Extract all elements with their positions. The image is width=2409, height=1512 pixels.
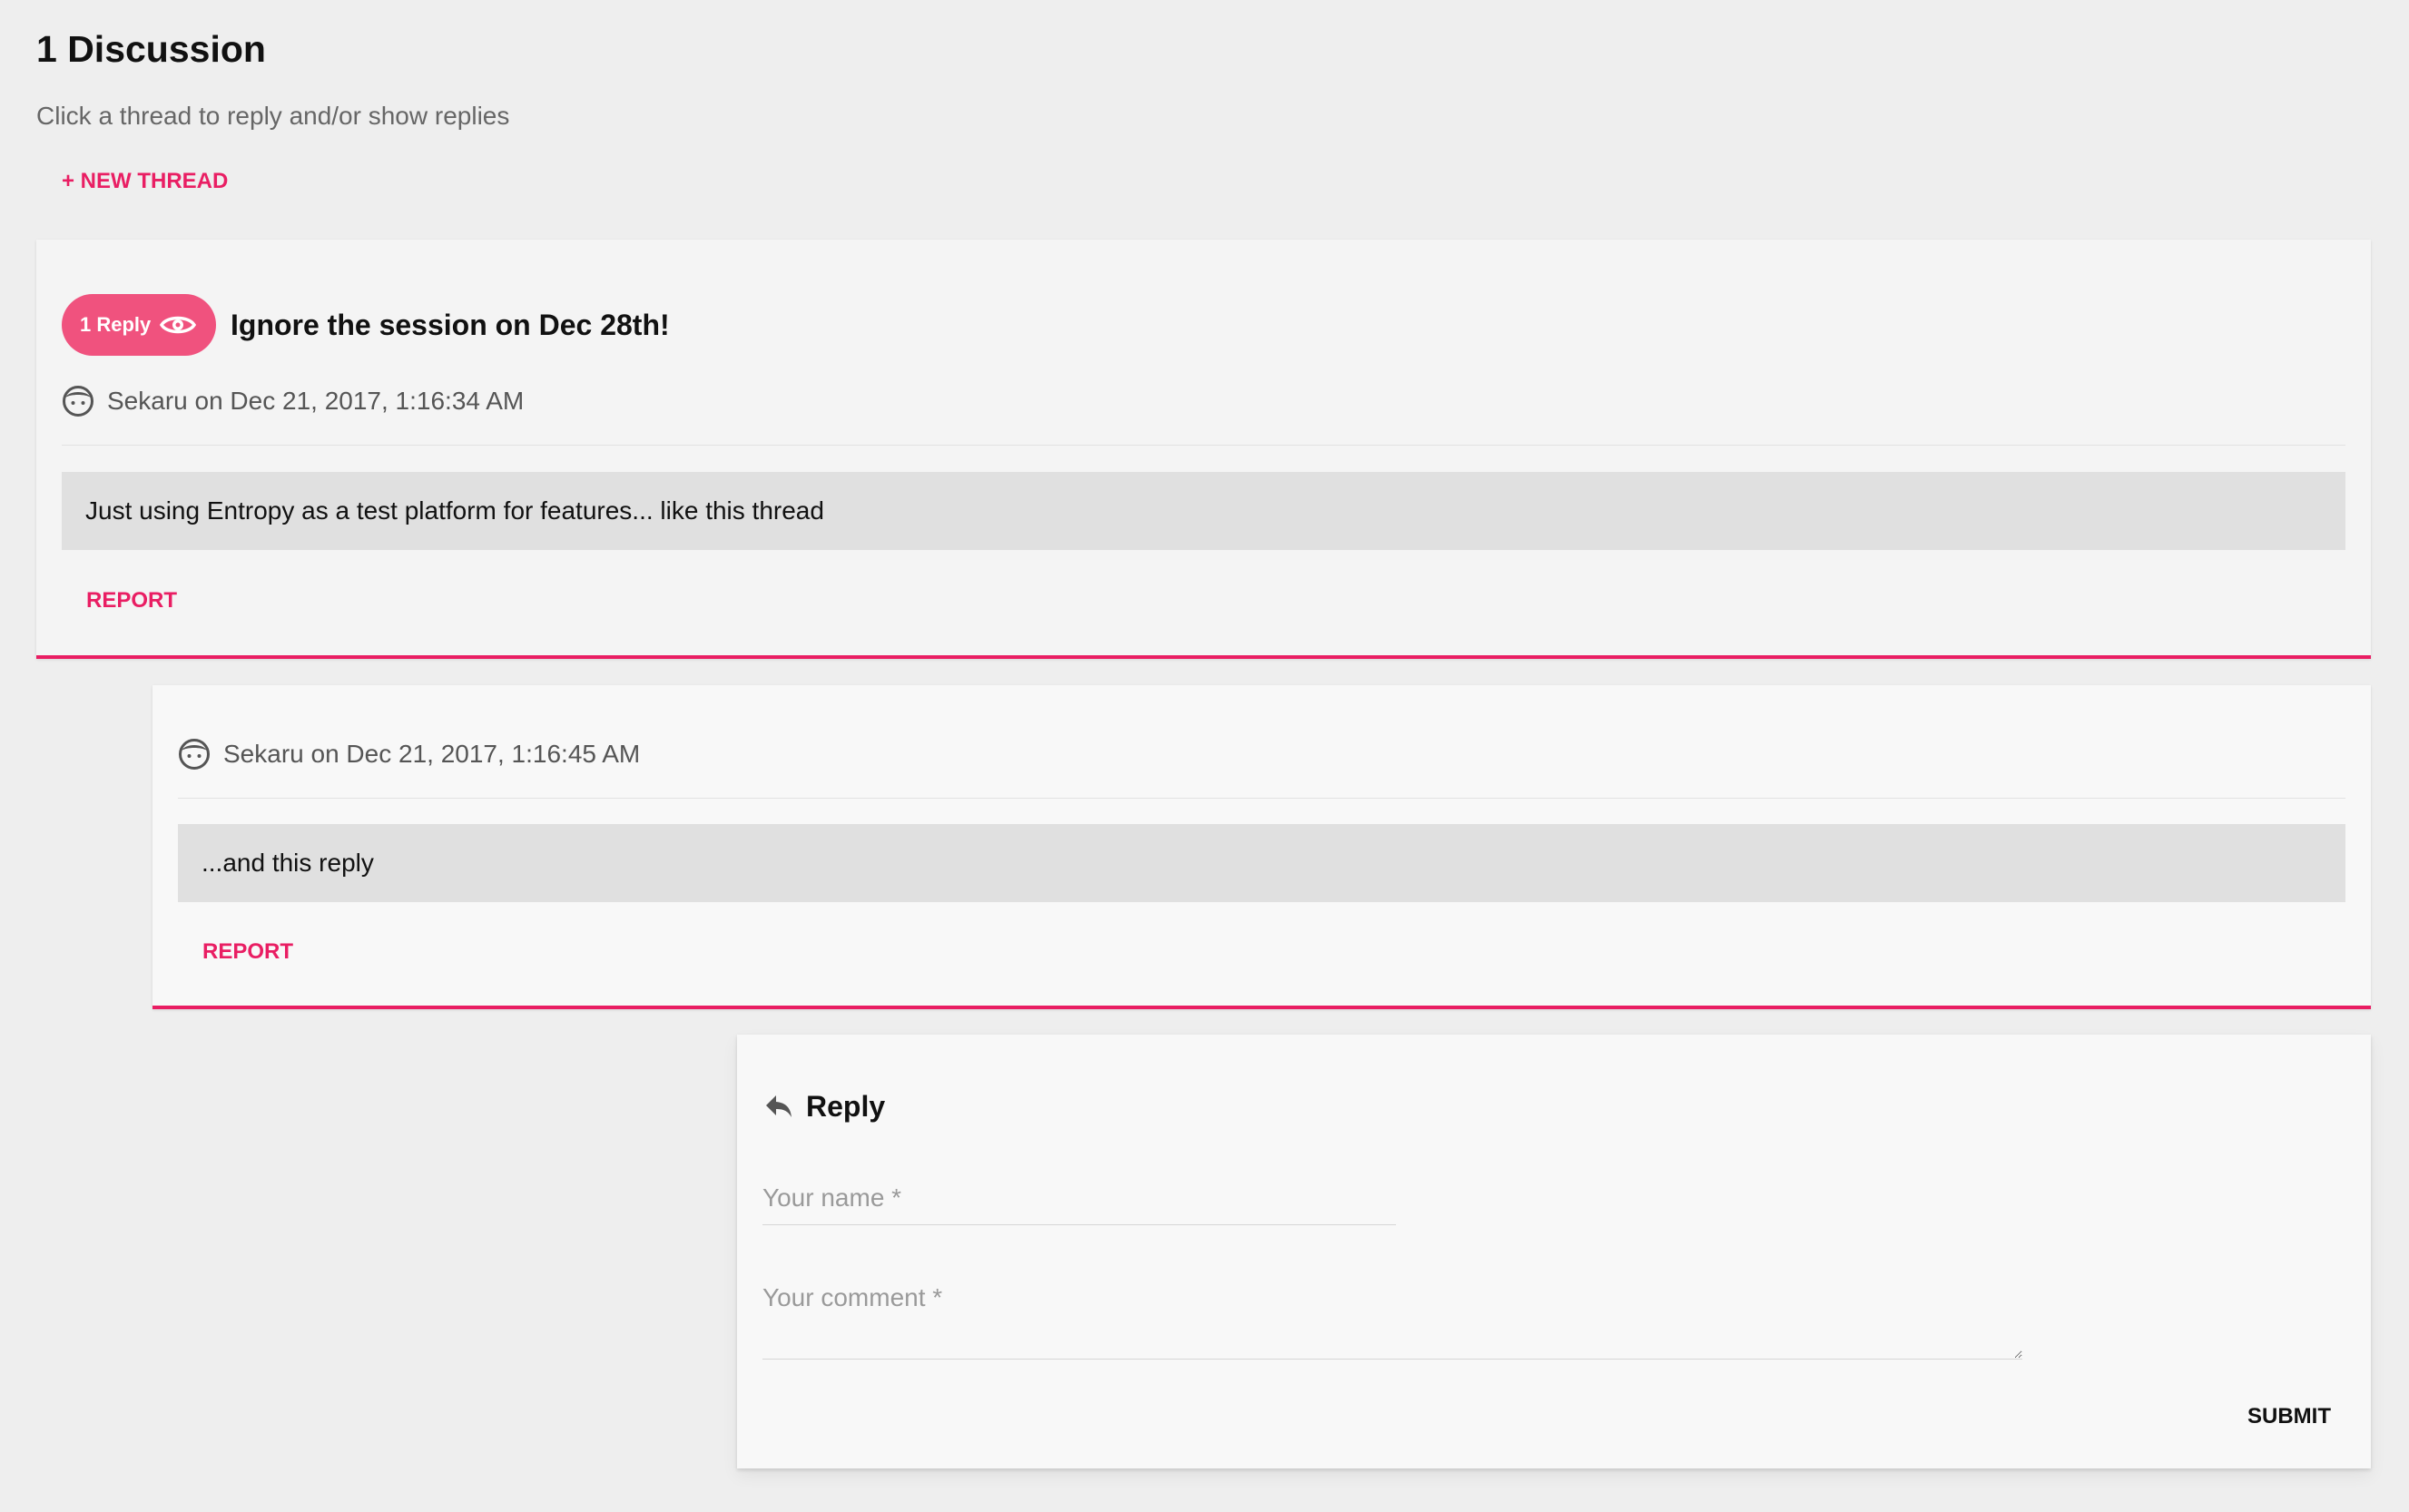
reply-count-label: 1 Reply — [80, 313, 152, 336]
reply-divider — [178, 798, 2345, 799]
submit-button[interactable]: SUBMIT — [2226, 1395, 2353, 1438]
reply-form-title: Reply — [806, 1089, 886, 1123]
eye-icon — [160, 316, 197, 334]
thread-title: Ignore the session on Dec 28th! — [231, 309, 670, 341]
page-subtitle: Click a thread to reply and/or show repl… — [36, 102, 510, 130]
thread-author-meta-text: Sekaru on Dec 21, 2017, 1:16:34 AM — [107, 387, 525, 415]
reply-form-header: Reply — [764, 1084, 885, 1129]
thread-author-meta: Sekaru on Dec 21, 2017, 1:16:34 AM — [62, 381, 524, 421]
reply-form: Reply SUBMIT — [737, 1035, 2371, 1468]
comment-field[interactable] — [762, 1272, 2022, 1360]
new-thread-button[interactable]: + NEW THREAD — [49, 160, 241, 203]
reply-card: Sekaru on Dec 21, 2017, 1:16:45 AM ...an… — [152, 685, 2371, 1009]
page-title: 1 Discussion — [36, 28, 266, 70]
reply-report-button[interactable]: REPORT — [202, 934, 293, 970]
user-face-icon — [63, 386, 93, 417]
reply-count-chip[interactable]: 1 Reply — [62, 294, 216, 356]
thread-card[interactable]: 1 Reply Ignore the session on Dec 28th! … — [36, 240, 2371, 659]
name-field[interactable] — [762, 1171, 1396, 1225]
user-face-icon — [179, 739, 210, 770]
reply-body: ...and this reply — [178, 824, 2345, 902]
reply-author-meta: Sekaru on Dec 21, 2017, 1:16:45 AM — [178, 734, 640, 774]
reply-arrow-icon — [766, 1095, 792, 1117]
reply-author-meta-text: Sekaru on Dec 21, 2017, 1:16:45 AM — [223, 740, 641, 768]
thread-body: Just using Entropy as a test platform fo… — [62, 472, 2345, 550]
thread-report-button[interactable]: REPORT — [86, 583, 177, 619]
thread-divider — [62, 445, 2345, 446]
